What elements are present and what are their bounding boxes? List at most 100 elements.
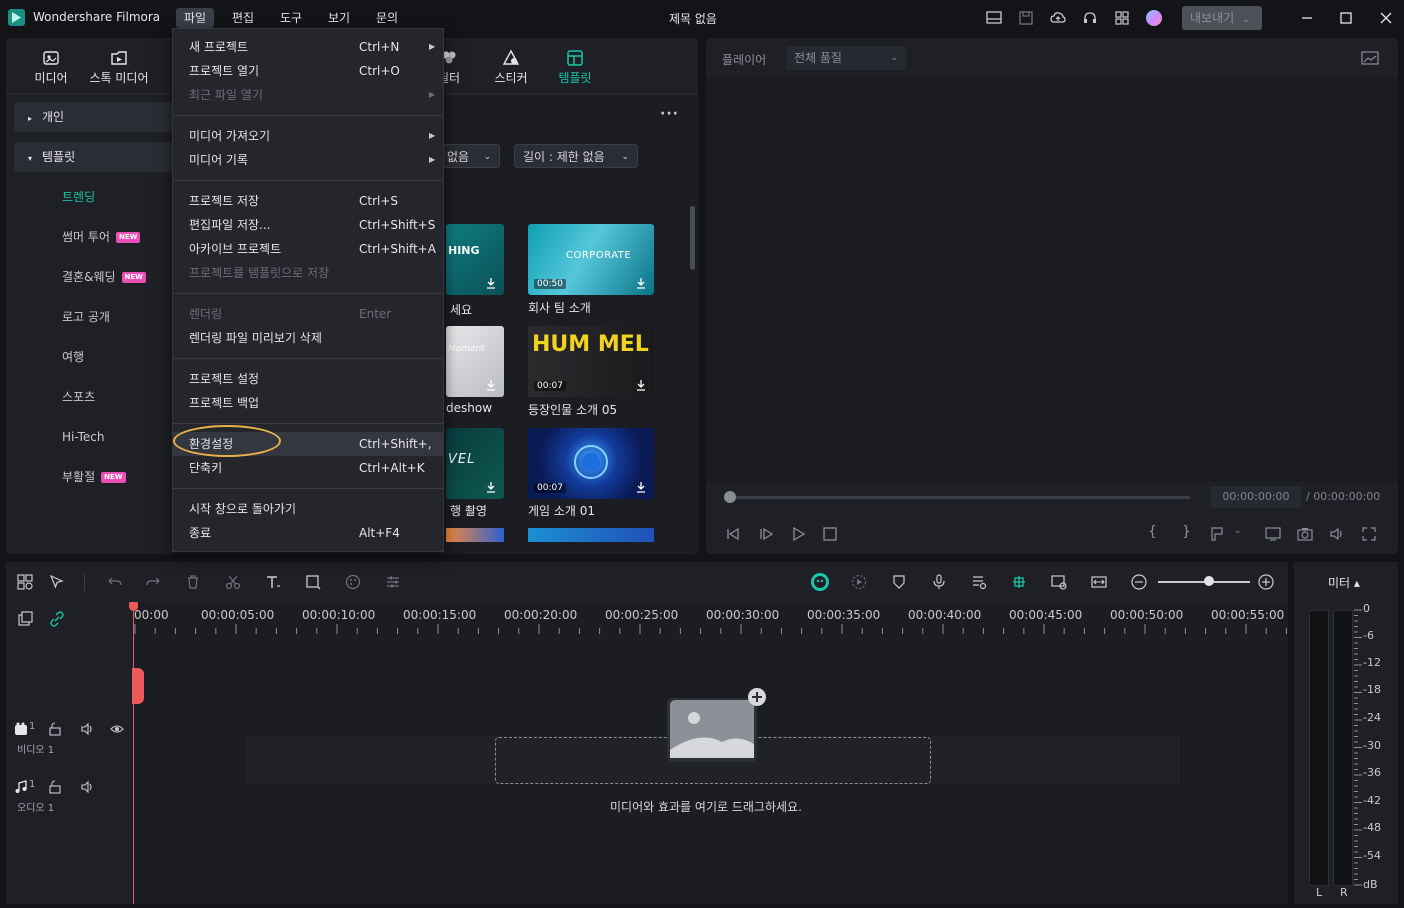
add-media-image-icon[interactable] bbox=[664, 686, 770, 766]
snapshot-image-icon[interactable] bbox=[1360, 50, 1380, 66]
mark-out-icon[interactable]: } bbox=[1182, 524, 1191, 540]
shield-marker-icon[interactable] bbox=[890, 573, 908, 591]
fullscreen-icon[interactable] bbox=[1360, 525, 1378, 543]
menu-view[interactable]: 보기 bbox=[320, 8, 358, 28]
stop-icon[interactable] bbox=[821, 525, 839, 543]
eye-icon[interactable] bbox=[110, 722, 124, 736]
play-icon[interactable] bbox=[789, 525, 807, 543]
crop-icon[interactable] bbox=[304, 573, 322, 591]
sidebar-item-summer-tour[interactable]: 썸머 투어 NEW bbox=[14, 222, 174, 252]
playhead-handle[interactable] bbox=[132, 668, 144, 704]
chevron-down-icon[interactable]: ⌄ bbox=[1234, 526, 1242, 536]
ai-assistant-icon[interactable] bbox=[810, 572, 830, 592]
zoom-in-icon[interactable] bbox=[1257, 573, 1275, 591]
redo-icon[interactable] bbox=[144, 573, 162, 591]
playhead-line[interactable] bbox=[133, 608, 134, 904]
template-thumb-partial[interactable] bbox=[446, 528, 504, 542]
playback-progress-track[interactable] bbox=[730, 496, 1190, 499]
menu-exit[interactable]: 종료 Alt+F4 bbox=[173, 521, 443, 545]
timeline-ruler[interactable]: 00:00 00:00:05:00 00:00:10:00 00:00:15:0… bbox=[132, 602, 1288, 634]
sidebar-group-personal[interactable]: ▸ 개인 bbox=[14, 102, 174, 132]
quality-dropdown[interactable]: 전체 품질 ⌄ bbox=[786, 46, 906, 70]
microphone-icon[interactable] bbox=[930, 573, 948, 591]
menu-media-history[interactable]: 미디어 기록 ▶ bbox=[173, 148, 443, 172]
save-icon[interactable] bbox=[1017, 9, 1035, 27]
menu-back-to-start[interactable]: 시작 창으로 돌아가기 bbox=[173, 497, 443, 521]
menu-save-project[interactable]: 프로젝트 저장 Ctrl+S bbox=[173, 189, 443, 213]
maximize-icon[interactable] bbox=[1337, 9, 1355, 27]
menu-shortcuts[interactable]: 단축키 Ctrl+Alt+K bbox=[173, 456, 443, 480]
filter-ratio-dropdown[interactable]: 없음 ⌄ bbox=[438, 144, 500, 168]
menu-archive-project[interactable]: 아카이브 프로젝트 Ctrl+Shift+A bbox=[173, 237, 443, 261]
sidebar-item-travel[interactable]: 여행 bbox=[14, 342, 174, 372]
marker-icon[interactable] bbox=[1208, 525, 1226, 543]
download-icon[interactable] bbox=[484, 276, 498, 290]
display-icon[interactable] bbox=[1264, 525, 1282, 543]
template-thumb-1[interactable]: HING bbox=[446, 224, 504, 295]
fit-timeline-icon[interactable] bbox=[1090, 573, 1108, 591]
template-thumb-2[interactable]: CORPORATE 00:50 bbox=[528, 224, 654, 295]
download-icon[interactable] bbox=[484, 378, 498, 392]
headset-icon[interactable] bbox=[1081, 9, 1099, 27]
sidebar-group-templates[interactable]: ▾ 템플릿 bbox=[14, 142, 174, 172]
color-palette-icon[interactable] bbox=[344, 573, 362, 591]
delete-icon[interactable] bbox=[184, 573, 202, 591]
zoom-out-icon[interactable] bbox=[1130, 573, 1148, 591]
meter-title[interactable]: 미터 ▴ bbox=[1328, 574, 1360, 591]
magnet-snap-icon[interactable] bbox=[1010, 573, 1028, 591]
sidebar-item-trending[interactable]: 트렌딩 bbox=[14, 182, 174, 212]
menu-delete-render-preview[interactable]: 렌더링 파일 미리보기 삭제 bbox=[173, 326, 443, 350]
sidebar-item-easter[interactable]: 부활절 NEW bbox=[14, 462, 174, 492]
menu-open-project[interactable]: 프로젝트 열기 Ctrl+O bbox=[173, 59, 443, 83]
sidebar-item-hi-tech[interactable]: Hi-Tech bbox=[14, 422, 174, 452]
volume-icon[interactable] bbox=[1328, 525, 1346, 543]
download-icon[interactable] bbox=[634, 276, 648, 290]
template-thumb-4[interactable]: HUM MEL 00:07 bbox=[528, 326, 654, 397]
sidebar-item-wedding[interactable]: 결혼&웨딩 NEW bbox=[14, 262, 174, 292]
avatar-icon[interactable] bbox=[1145, 9, 1163, 27]
scissors-icon[interactable] bbox=[224, 573, 242, 591]
undo-icon[interactable] bbox=[106, 573, 124, 591]
audio-adjust-icon[interactable] bbox=[384, 573, 402, 591]
sidebar-item-logo-reveal[interactable]: 로고 공개 bbox=[14, 302, 174, 332]
next-frame-icon[interactable] bbox=[757, 525, 775, 543]
more-options-icon[interactable]: ··· bbox=[660, 106, 679, 122]
speaker-icon[interactable] bbox=[80, 780, 94, 794]
template-thumb-partial[interactable] bbox=[528, 528, 654, 542]
menu-import-media[interactable]: 미디어 가져오기 ▶ bbox=[173, 124, 443, 148]
select-pointer-icon[interactable] bbox=[48, 573, 66, 591]
menu-file[interactable]: 파일 bbox=[176, 8, 214, 28]
speaker-icon[interactable] bbox=[80, 722, 94, 736]
playhead-top[interactable] bbox=[129, 602, 138, 611]
layout-icon[interactable] bbox=[985, 9, 1003, 27]
library-scrollbar[interactable] bbox=[690, 206, 695, 270]
tab-stock-media[interactable]: 스톡 미디어 bbox=[86, 46, 152, 88]
prev-frame-icon[interactable] bbox=[724, 525, 742, 543]
menu-save-as[interactable]: 편집파일 저장... Ctrl+Shift+S bbox=[173, 213, 443, 237]
add-track-icon[interactable] bbox=[16, 610, 34, 628]
download-icon[interactable] bbox=[484, 480, 498, 494]
template-thumb-3[interactable]: Moment bbox=[446, 326, 504, 397]
download-icon[interactable] bbox=[634, 480, 648, 494]
export-button[interactable]: 내보내기 ⌄ bbox=[1182, 6, 1262, 30]
menu-new-project[interactable]: 새 프로젝트 Ctrl+N ▶ bbox=[173, 35, 443, 59]
download-icon[interactable] bbox=[634, 378, 648, 392]
lock-icon[interactable] bbox=[48, 722, 62, 736]
tab-stickers[interactable]: 스티커 bbox=[478, 46, 544, 88]
text-icon[interactable] bbox=[264, 573, 282, 591]
menu-help[interactable]: 문의 bbox=[368, 8, 406, 28]
layout-grid-icon[interactable] bbox=[16, 573, 34, 591]
menu-project-backup[interactable]: 프로젝트 백업 bbox=[173, 391, 443, 415]
close-icon[interactable] bbox=[1377, 9, 1395, 27]
sidebar-item-sports[interactable]: 스포츠 bbox=[14, 382, 174, 412]
mark-in-icon[interactable]: { bbox=[1148, 524, 1157, 540]
render-preview-icon[interactable] bbox=[850, 573, 868, 591]
minimize-icon[interactable] bbox=[1298, 9, 1316, 27]
grid-apps-icon[interactable] bbox=[1113, 9, 1131, 27]
zoom-slider-knob[interactable] bbox=[1203, 576, 1214, 586]
auto-reframe-icon[interactable] bbox=[1050, 573, 1068, 591]
playback-progress-knob[interactable] bbox=[724, 491, 736, 503]
voiceover-list-icon[interactable] bbox=[970, 573, 988, 591]
template-thumb-6[interactable]: 00:07 bbox=[528, 428, 654, 499]
camera-icon[interactable] bbox=[1296, 525, 1314, 543]
